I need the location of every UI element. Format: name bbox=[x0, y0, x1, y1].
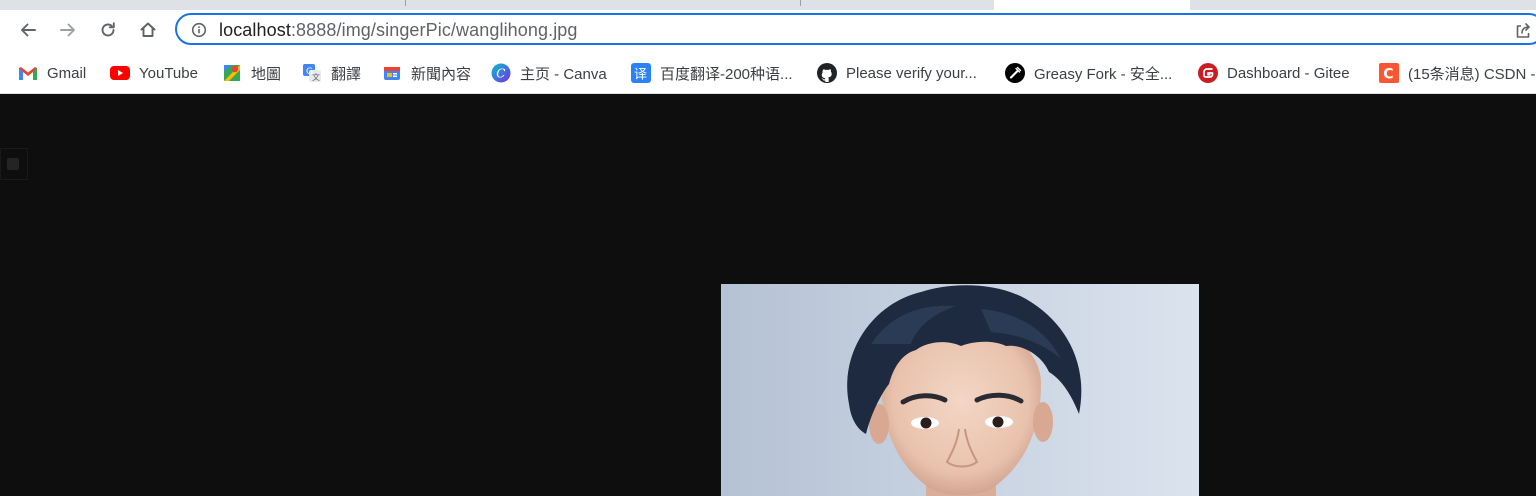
bookmark-label: Please verify your... bbox=[846, 64, 977, 82]
bookmark-csdn[interactable]: C (15条消息) CSDN - bbox=[1379, 62, 1536, 84]
url-path: :8888/img/singerPic/wanglihong.jpg bbox=[290, 20, 578, 40]
svg-text:文: 文 bbox=[312, 72, 320, 82]
bookmark-youtube[interactable]: YouTube bbox=[110, 62, 198, 84]
tab-strip bbox=[0, 0, 1536, 10]
bookmark-maps[interactable]: 地圖 bbox=[222, 62, 281, 84]
canva-icon: C bbox=[491, 63, 511, 83]
bookmark-gitee[interactable]: Dashboard - Gitee bbox=[1198, 62, 1350, 84]
portrait-photo[interactable] bbox=[721, 284, 1199, 496]
arrow-right-icon bbox=[60, 23, 75, 37]
svg-text:译: 译 bbox=[634, 68, 647, 83]
share-icon[interactable] bbox=[1513, 21, 1533, 41]
greasyfork-icon bbox=[1005, 63, 1025, 83]
info-icon[interactable] bbox=[191, 22, 207, 38]
bookmark-label: Greasy Fork - 安全... bbox=[1034, 65, 1173, 83]
bookmark-label: 地圖 bbox=[251, 65, 282, 83]
bookmark-news[interactable]: 新聞內容 bbox=[382, 62, 471, 84]
gitee-icon bbox=[1198, 63, 1218, 83]
bookmark-label: Dashboard - Gitee bbox=[1227, 64, 1350, 82]
bookmark-label: 翻譯 bbox=[331, 65, 362, 83]
bookmark-label: 主页 - Canva bbox=[520, 65, 607, 83]
browser-toolbar: localhost:8888/img/singerPic/wanglihong.… bbox=[0, 10, 1536, 54]
active-tab[interactable] bbox=[994, 0, 1190, 10]
arrow-left-icon bbox=[21, 23, 36, 37]
forward-button[interactable] bbox=[54, 16, 82, 44]
url-host: localhost bbox=[219, 20, 291, 40]
bookmark-label: 新聞內容 bbox=[411, 65, 472, 83]
url-text[interactable]: localhost:8888/img/singerPic/wanglihong.… bbox=[219, 20, 578, 40]
gmail-icon bbox=[18, 63, 38, 83]
bookmark-github[interactable]: Please verify your... bbox=[817, 62, 977, 84]
bookmark-gmail[interactable]: Gmail bbox=[18, 62, 86, 84]
tab-separator bbox=[800, 0, 801, 6]
news-icon bbox=[382, 63, 402, 83]
svg-text:C: C bbox=[496, 67, 505, 81]
reload-button[interactable] bbox=[94, 16, 122, 44]
home-button[interactable] bbox=[134, 16, 162, 44]
bookmark-canva[interactable]: C 主页 - Canva bbox=[491, 62, 607, 84]
bookmark-label: (15条消息) CSDN - bbox=[1408, 65, 1536, 83]
baidu-translate-icon: 译 bbox=[631, 63, 651, 83]
translate-icon: G 文 bbox=[302, 63, 322, 83]
home-icon bbox=[140, 22, 156, 37]
bookmark-greasyfork[interactable]: Greasy Fork - 安全... bbox=[1005, 62, 1172, 84]
csdn-icon: C bbox=[1379, 63, 1399, 83]
bookmark-label: 百度翻译-200种语... bbox=[660, 65, 793, 83]
tab-separator bbox=[405, 0, 406, 6]
image-viewer-page bbox=[0, 95, 1536, 496]
github-icon bbox=[817, 63, 837, 83]
bookmark-label: Gmail bbox=[47, 64, 87, 82]
back-button[interactable] bbox=[14, 16, 42, 44]
address-bar[interactable]: localhost:8888/img/singerPic/wanglihong.… bbox=[175, 13, 1536, 45]
svg-text:C: C bbox=[1383, 67, 1393, 83]
maps-icon bbox=[222, 63, 242, 83]
bookmark-baidu-translate[interactable]: 译 百度翻译-200种语... bbox=[631, 62, 793, 84]
bookmark-label: YouTube bbox=[139, 64, 198, 82]
bookmarks-bar: Gmail YouTube 地圖 G 文 翻譯 新聞內容 C 主页 - Canv… bbox=[0, 54, 1536, 94]
bookmark-translate[interactable]: G 文 翻譯 bbox=[302, 62, 361, 84]
viewer-control[interactable] bbox=[0, 148, 28, 180]
reload-icon bbox=[101, 22, 115, 37]
youtube-icon bbox=[110, 63, 130, 83]
